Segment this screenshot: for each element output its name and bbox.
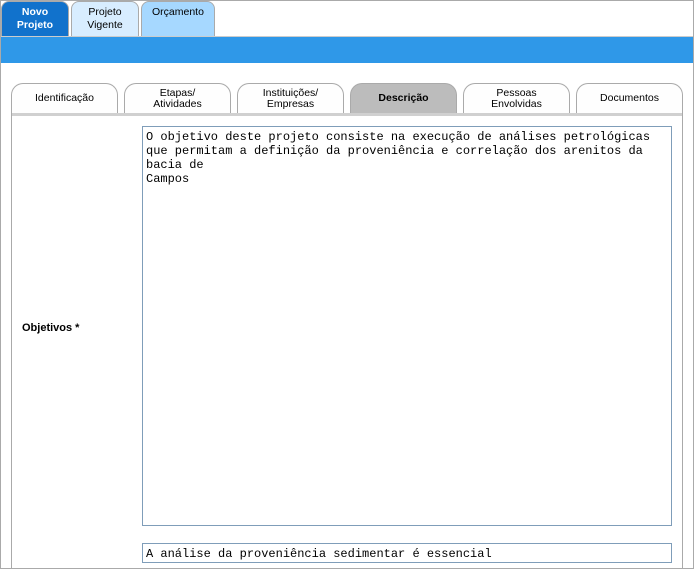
input-objetivos[interactable] [142,126,672,526]
subtab-etapas-atividades[interactable]: Etapas/ Atividades [124,83,231,113]
subtab-documentos[interactable]: Documentos [576,83,683,113]
tab-novo-projeto[interactable]: Novo Projeto [1,1,69,36]
input-analise[interactable] [142,543,672,563]
label-analise [22,543,142,566]
label-objetivos: Objetivos * [22,126,142,529]
subtab-instituicoes-empresas[interactable]: Instituições/ Empresas [237,83,344,113]
form-panel: Objetivos * [11,113,683,569]
tab-orcamento[interactable]: Orçamento [141,1,215,36]
subtab-pessoas-envolvidas[interactable]: Pessoas Envolvidas [463,83,570,113]
sub-tabs: Identificação Etapas/ Atividades Institu… [11,83,683,113]
subtab-identificacao[interactable]: Identificação [11,83,118,113]
tab-projeto-vigente[interactable]: Projeto Vigente [71,1,139,36]
top-tabs: Novo Projeto Projeto Vigente Orçamento [1,1,693,37]
header-bar [1,37,693,63]
subtab-descricao[interactable]: Descrição [350,83,457,113]
